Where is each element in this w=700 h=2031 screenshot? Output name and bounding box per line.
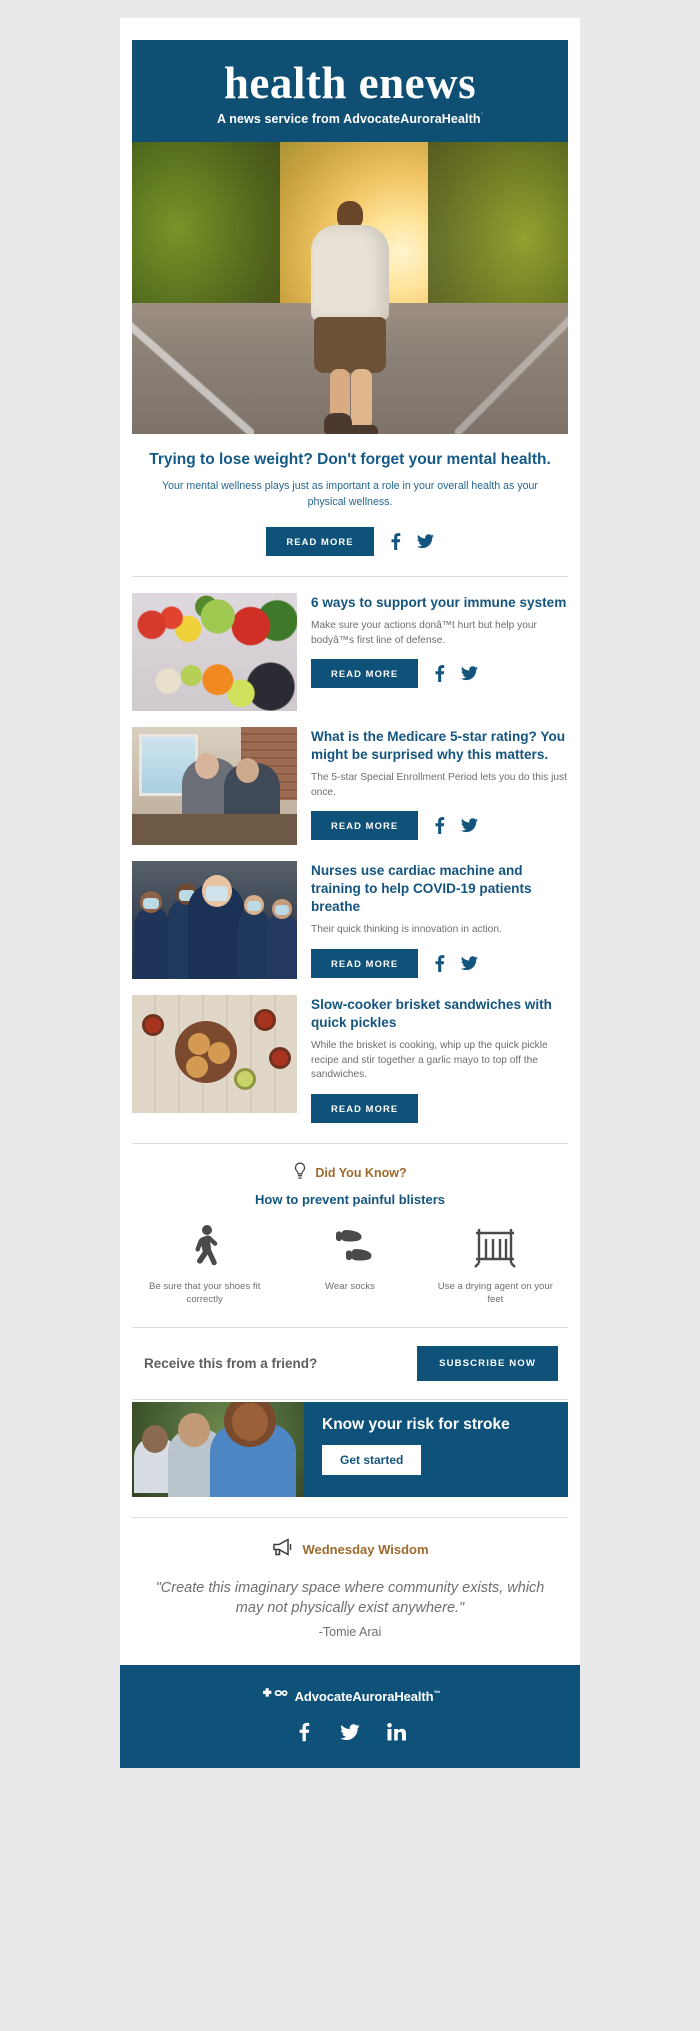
footprints-icon	[285, 1221, 414, 1273]
article-title[interactable]: Nurses use cardiac machine and training …	[311, 862, 568, 916]
advocate-aurora-cross-icon	[260, 1687, 290, 1706]
divider	[132, 1398, 568, 1400]
megaphone-icon	[271, 1537, 293, 1561]
article-description: Make sure your actions donâ™t hurt but h…	[311, 620, 537, 646]
stroke-banner-title: Know your risk for stroke	[322, 1415, 510, 1433]
article-title[interactable]: What is the Medicare 5-star rating? You …	[311, 728, 568, 764]
article-thumbnail[interactable]	[132, 727, 297, 846]
page-bottom-spacer	[0, 1768, 700, 1786]
article-row: What is the Medicare 5-star rating? You …	[132, 711, 568, 846]
facebook-icon[interactable]	[431, 665, 448, 683]
linkedin-icon[interactable]	[386, 1722, 406, 1742]
twitter-icon[interactable]	[461, 665, 479, 682]
article-thumbnail[interactable]	[132, 995, 297, 1114]
facebook-icon[interactable]	[431, 817, 448, 835]
twitter-icon[interactable]	[461, 955, 479, 972]
facebook-icon[interactable]	[431, 954, 448, 972]
article-cta-row: READ MORE	[311, 811, 568, 841]
facebook-icon[interactable]	[387, 533, 404, 551]
footer-tm: ™	[433, 1690, 441, 1698]
tip-item: Be sure that your shoes fit correctly	[132, 1221, 277, 1307]
article-description: While the brisket is cooking, whip up th…	[311, 1040, 548, 1081]
hero-cta-row: READ MORE	[132, 527, 568, 557]
article-row: Nurses use cardiac machine and training …	[132, 845, 568, 980]
hero-image[interactable]	[132, 142, 568, 435]
tip-caption: Wear socks	[325, 1280, 375, 1292]
did-you-know-section: Did You Know? How to prevent painful bli…	[132, 1144, 568, 1307]
footer-logo: AdvocateAuroraHealth™	[120, 1687, 580, 1706]
hero-title[interactable]: Trying to lose weight? Don't forget your…	[132, 450, 568, 470]
get-started-button[interactable]: Get started	[322, 1444, 422, 1475]
drying-rack-icon	[431, 1221, 560, 1273]
wednesday-wisdom-quote: "Create this imaginary space where commu…	[155, 1579, 545, 1616]
wednesday-wisdom-header: Wednesday Wisdom	[132, 1537, 568, 1561]
article-description: The 5-star Special Enrollment Period let…	[311, 772, 567, 798]
stroke-banner[interactable]: Know your risk for stroke Get started	[132, 1401, 568, 1497]
masthead-tm: ˙	[480, 113, 484, 121]
tip-caption: Use a drying agent on your feet	[437, 1280, 553, 1305]
subscribe-section: Receive this from a friend? SUBSCRIBE NO…	[132, 1328, 568, 1399]
article-thumbnail[interactable]	[132, 593, 297, 712]
wednesday-wisdom-label: Wednesday Wisdom	[302, 1541, 429, 1557]
tip-item: Wear socks	[277, 1221, 422, 1307]
hero-description: Your mental wellness plays just as impor…	[162, 480, 538, 508]
hero-read-more-button[interactable]: READ MORE	[266, 527, 374, 557]
did-you-know-label: Did You Know?	[315, 1166, 407, 1181]
article-title[interactable]: 6 ways to support your immune system	[311, 594, 568, 612]
masthead: health enews A news service from Advocat…	[132, 40, 568, 143]
did-you-know-header: Did You Know?	[132, 1162, 568, 1185]
masthead-brand: AdvocateAuroraHealth	[343, 112, 481, 127]
hero-walker	[306, 200, 394, 435]
did-you-know-title: How to prevent painful blisters	[255, 1191, 445, 1207]
article-content: What is the Medicare 5-star rating? You …	[311, 727, 568, 841]
article-content: 6 ways to support your immune system Mak…	[311, 593, 568, 689]
email-body: health enews A news service from Advocat…	[120, 18, 580, 1769]
article-read-more-button[interactable]: READ MORE	[311, 659, 419, 689]
subscribe-prompt: Receive this from a friend?	[144, 1355, 318, 1371]
article-cta-row: READ MORE	[311, 659, 568, 689]
article-read-more-button[interactable]: READ MORE	[311, 811, 419, 841]
article-content: Slow-cooker brisket sandwiches with quic…	[311, 995, 568, 1123]
article-row: 6 ways to support your immune system Mak…	[132, 577, 568, 712]
masthead-container: health enews A news service from Advocat…	[132, 40, 568, 1639]
masthead-title: health enews	[223, 58, 477, 108]
walking-person-icon	[140, 1221, 269, 1273]
stroke-banner-image	[132, 1401, 304, 1497]
footer-social-links	[120, 1722, 580, 1742]
masthead-subtitle-prefix: A news service from	[216, 112, 344, 127]
tip-caption: Be sure that your shoes fit correctly	[148, 1280, 261, 1305]
twitter-icon[interactable]	[416, 533, 434, 550]
did-you-know-tips: Be sure that your shoes fit correctly We…	[132, 1221, 568, 1307]
article-read-more-button[interactable]: READ MORE	[311, 948, 419, 978]
article-title[interactable]: Slow-cooker brisket sandwiches with quic…	[311, 996, 568, 1032]
article-row: Slow-cooker brisket sandwiches with quic…	[132, 979, 568, 1123]
tip-item: Use a drying agent on your feet	[423, 1221, 568, 1307]
lightbulb-icon	[293, 1162, 307, 1185]
stroke-banner-content: Know your risk for stroke Get started	[304, 1401, 568, 1497]
wednesday-wisdom-section: Wednesday Wisdom "Create this imaginary …	[132, 1518, 568, 1640]
wednesday-wisdom-author: -Tomie Arai	[318, 1625, 382, 1640]
subscribe-now-button[interactable]: SUBSCRIBE NOW	[417, 1345, 558, 1381]
article-content: Nurses use cardiac machine and training …	[311, 861, 568, 978]
article-cta-row: READ MORE	[311, 948, 568, 978]
article-description: Their quick thinking is innovation in ac…	[311, 924, 502, 936]
twitter-icon[interactable]	[340, 1722, 360, 1742]
footer-logo-text: AdvocateAuroraHealth™	[294, 1689, 441, 1705]
twitter-icon[interactable]	[461, 817, 479, 834]
footer: AdvocateAuroraHealth™	[120, 1665, 580, 1769]
article-cta-row: READ MORE	[311, 1093, 568, 1123]
masthead-subtitle: A news service from AdvocateAuroraHealth…	[132, 112, 568, 126]
facebook-icon[interactable]	[294, 1722, 314, 1742]
article-read-more-button[interactable]: READ MORE	[311, 1093, 419, 1123]
article-thumbnail[interactable]	[132, 861, 297, 980]
